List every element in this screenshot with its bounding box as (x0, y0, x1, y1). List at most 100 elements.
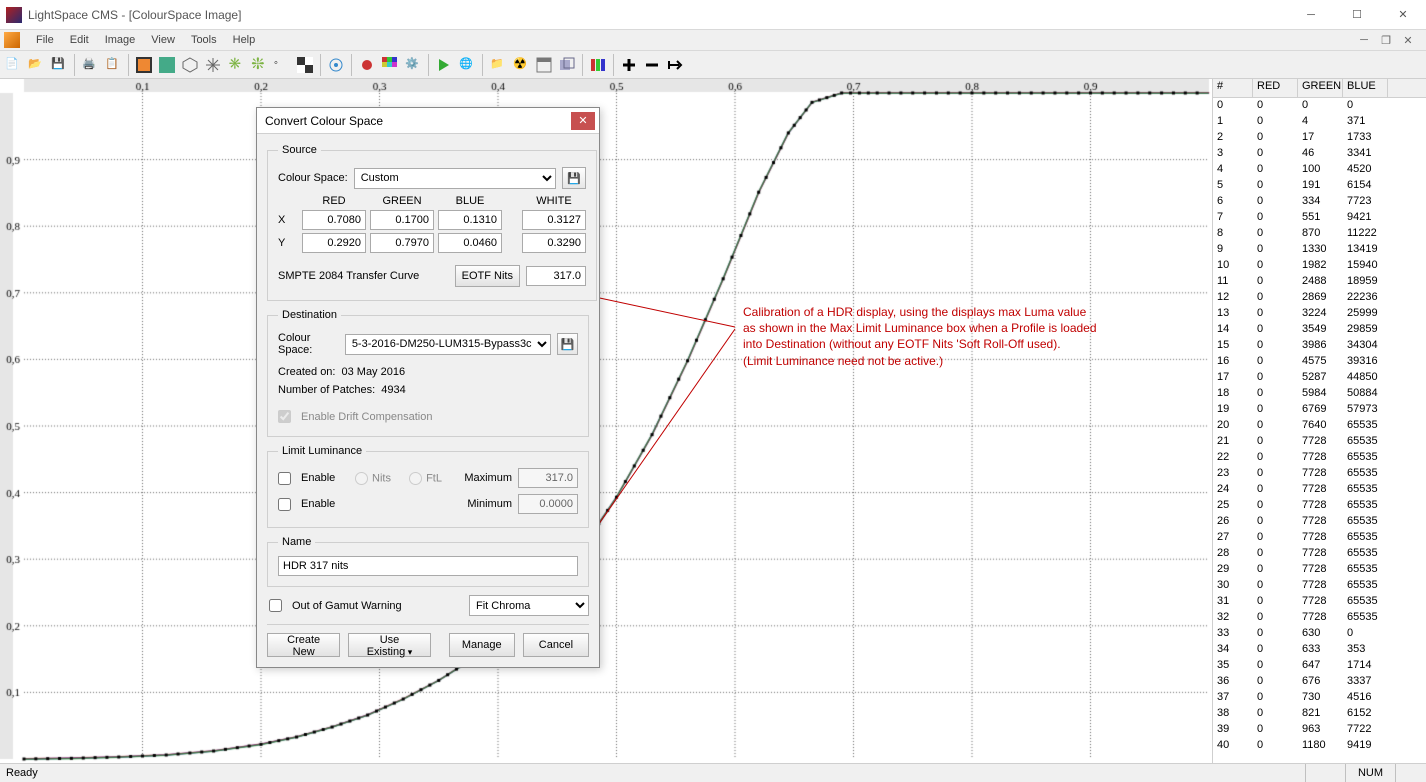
col-hdr-index[interactable]: # (1213, 79, 1253, 97)
gamut-mode-select[interactable]: Fit Chroma (469, 595, 589, 616)
toolbar-profile1-icon[interactable] (133, 54, 155, 76)
toolbar-print-icon[interactable]: 🖨️ (79, 54, 101, 76)
col-hdr-green[interactable]: GREEN (1298, 79, 1343, 97)
table-row[interactable]: 401004520 (1213, 162, 1426, 178)
toolbar-target-icon[interactable] (325, 54, 347, 76)
toolbar-plus-icon[interactable] (618, 54, 640, 76)
src-x-green[interactable] (370, 210, 434, 230)
table-row[interactable]: 220772865535 (1213, 450, 1426, 466)
src-y-white[interactable] (522, 233, 586, 253)
table-row[interactable]: 200764065535 (1213, 418, 1426, 434)
toolbar-palette-icon[interactable] (379, 54, 401, 76)
table-body[interactable]: 0000104371201717333046334140100452050191… (1213, 98, 1426, 763)
table-row[interactable]: 110248818959 (1213, 274, 1426, 290)
src-x-blue[interactable] (438, 210, 502, 230)
toolbar-pattern-icon[interactable] (294, 54, 316, 76)
mdi-close-button[interactable]: ✕ (1398, 34, 1418, 47)
mdi-restore-button[interactable]: ❐ (1376, 34, 1396, 47)
table-row[interactable]: 3909637722 (1213, 722, 1426, 738)
src-y-green[interactable] (370, 233, 434, 253)
table-row[interactable]: 310772865535 (1213, 594, 1426, 610)
cancel-button[interactable]: Cancel (523, 633, 589, 657)
table-row[interactable]: 320772865535 (1213, 610, 1426, 626)
menu-file[interactable]: File (28, 32, 62, 48)
table-row[interactable]: 250772865535 (1213, 498, 1426, 514)
create-new-button[interactable]: Create New (267, 633, 340, 657)
toolbar-star2-icon[interactable]: ❇️ (248, 54, 270, 76)
toolbar-new-icon[interactable]: 📄 (2, 54, 24, 76)
table-row[interactable]: 140354929859 (1213, 322, 1426, 338)
col-hdr-blue[interactable]: BLUE (1343, 79, 1388, 97)
table-row[interactable]: 705519421 (1213, 210, 1426, 226)
toolbar-expand-icon[interactable] (664, 54, 686, 76)
toolbar-play-icon[interactable] (433, 54, 455, 76)
name-input[interactable] (278, 556, 578, 576)
source-save-button[interactable]: 💾 (562, 167, 586, 189)
table-row[interactable]: 230772865535 (1213, 466, 1426, 482)
table-row[interactable]: 130322425999 (1213, 306, 1426, 322)
table-row[interactable]: 240772865535 (1213, 482, 1426, 498)
toolbar-window-icon[interactable] (533, 54, 555, 76)
table-row[interactable]: 180598450884 (1213, 386, 1426, 402)
menu-help[interactable]: Help (225, 32, 264, 48)
table-row[interactable]: 290772865535 (1213, 562, 1426, 578)
limit-max-enable-checkbox[interactable] (278, 472, 291, 485)
toolbar-point-icon[interactable]: ◦ (271, 54, 293, 76)
table-row[interactable]: 270772865535 (1213, 530, 1426, 546)
source-colourspace-select[interactable]: Custom (354, 168, 556, 189)
table-row[interactable]: 190676957973 (1213, 402, 1426, 418)
table-row[interactable]: 260772865535 (1213, 514, 1426, 530)
table-row[interactable]: 3306300 (1213, 626, 1426, 642)
toolbar-layers-icon[interactable] (556, 54, 578, 76)
menu-edit[interactable]: Edit (62, 32, 97, 48)
window-maximize-button[interactable]: ☐ (1334, 0, 1380, 30)
dialog-close-button[interactable]: ✕ (571, 112, 595, 130)
table-row[interactable]: 8087011222 (1213, 226, 1426, 242)
table-row[interactable]: 150398634304 (1213, 338, 1426, 354)
toolbar-folder2-icon[interactable]: 📁 (487, 54, 509, 76)
toolbar-grid-icon[interactable] (202, 54, 224, 76)
toolbar-open-icon[interactable]: 📂 (25, 54, 47, 76)
src-y-blue[interactable] (438, 233, 502, 253)
menu-view[interactable]: View (143, 32, 183, 48)
manage-button[interactable]: Manage (449, 633, 515, 657)
table-row[interactable]: 0000 (1213, 98, 1426, 114)
menu-tools[interactable]: Tools (183, 32, 225, 48)
table-row[interactable]: 30463341 (1213, 146, 1426, 162)
col-hdr-red[interactable]: RED (1253, 79, 1298, 97)
table-row[interactable]: 90133013419 (1213, 242, 1426, 258)
table-row[interactable]: 210772865535 (1213, 434, 1426, 450)
toolbar-profile2-icon[interactable] (156, 54, 178, 76)
use-existing-button[interactable]: Use Existing (348, 633, 430, 657)
toolbar-radiation-icon[interactable]: ☢️ (510, 54, 532, 76)
window-close-button[interactable]: ✕ (1380, 0, 1426, 30)
menu-image[interactable]: Image (97, 32, 144, 48)
toolbar-save-icon[interactable]: 💾 (48, 54, 70, 76)
src-y-red[interactable] (302, 233, 366, 253)
table-row[interactable]: 104371 (1213, 114, 1426, 130)
table-row[interactable]: 603347723 (1213, 194, 1426, 210)
toolbar-globe-icon[interactable]: 🌐 (456, 54, 478, 76)
toolbar-star1-icon[interactable]: ✳️ (225, 54, 247, 76)
table-row[interactable]: 3606763337 (1213, 674, 1426, 690)
table-row[interactable]: 501916154 (1213, 178, 1426, 194)
limit-min-enable-checkbox[interactable] (278, 498, 291, 511)
table-row[interactable]: 120286922236 (1213, 290, 1426, 306)
table-row[interactable]: 280772865535 (1213, 546, 1426, 562)
chart-area[interactable]: Calibration of a HDR display, using the … (0, 79, 1213, 763)
dialog-titlebar[interactable]: Convert Colour Space ✕ (257, 108, 599, 134)
toolbar-settings-icon[interactable]: ⚙️ (402, 54, 424, 76)
toolbar-cube-icon[interactable] (179, 54, 201, 76)
toolbar-minus-icon[interactable] (641, 54, 663, 76)
window-minimize-button[interactable]: ─ (1288, 0, 1334, 30)
table-row[interactable]: 300772865535 (1213, 578, 1426, 594)
toolbar-record-icon[interactable] (356, 54, 378, 76)
src-x-white[interactable] (522, 210, 586, 230)
table-row[interactable]: 3808216152 (1213, 706, 1426, 722)
toolbar-rgb-icon[interactable] (587, 54, 609, 76)
table-row[interactable]: 100198215940 (1213, 258, 1426, 274)
table-row[interactable]: 3506471714 (1213, 658, 1426, 674)
mdi-minimize-button[interactable]: ─ (1354, 34, 1374, 47)
src-x-red[interactable] (302, 210, 366, 230)
table-row[interactable]: 340633353 (1213, 642, 1426, 658)
